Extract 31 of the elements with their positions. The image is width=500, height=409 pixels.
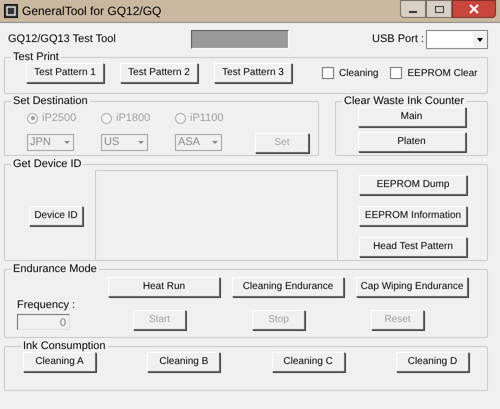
group-title: Ink Consumption [22, 341, 107, 352]
push-button[interactable]: Device ID [29, 206, 83, 226]
push-button[interactable]: EEPROM Dump [359, 174, 467, 194]
group-title: Get Device ID [12, 159, 82, 170]
push-button[interactable]: Heat Run [108, 277, 220, 297]
push-button[interactable]: Cleaning A [23, 352, 96, 372]
group-title: Test Print [12, 52, 60, 63]
group-title: Endurance Mode [12, 264, 98, 275]
push-button[interactable]: Platen [358, 132, 466, 152]
tool-title: GQ12/GQ13 Test Tool [7, 32, 117, 47]
push-button[interactable]: Cleaning Endurance [232, 277, 344, 297]
radio-label: iP1800 [116, 111, 150, 126]
group-title: Set Destination [12, 96, 89, 107]
push-button[interactable]: Main [358, 107, 466, 127]
push-button[interactable]: Test Pattern 3 [214, 63, 292, 83]
radio-label: iP2500 [42, 111, 76, 126]
push-button[interactable]: Head Test Pattern [359, 236, 467, 256]
usb-port-label: USB Port : [372, 32, 424, 47]
push-button[interactable]: Test Pattern 2 [120, 63, 198, 83]
window-title: GeneralTool for GQ12/GQ [22, 3, 162, 20]
group-title: Clear Waste Ink Counter [343, 96, 466, 107]
push-button[interactable]: Cleaning B [147, 352, 220, 372]
push-button[interactable]: EEPROM Information [359, 206, 467, 226]
checkbox-label: Cleaning [339, 66, 378, 80]
push-button[interactable]: Cleaning C [272, 352, 345, 372]
checkbox-label: EEPROM Clear [407, 66, 478, 80]
radio-label: iP1100 [190, 111, 224, 126]
push-button[interactable]: Cap Wiping Endurance [356, 277, 468, 297]
push-button[interactable]: Cleaning D [396, 352, 469, 372]
frequency-label: Frequency : [17, 298, 76, 313]
push-button[interactable]: Test Pattern 1 [26, 63, 104, 83]
